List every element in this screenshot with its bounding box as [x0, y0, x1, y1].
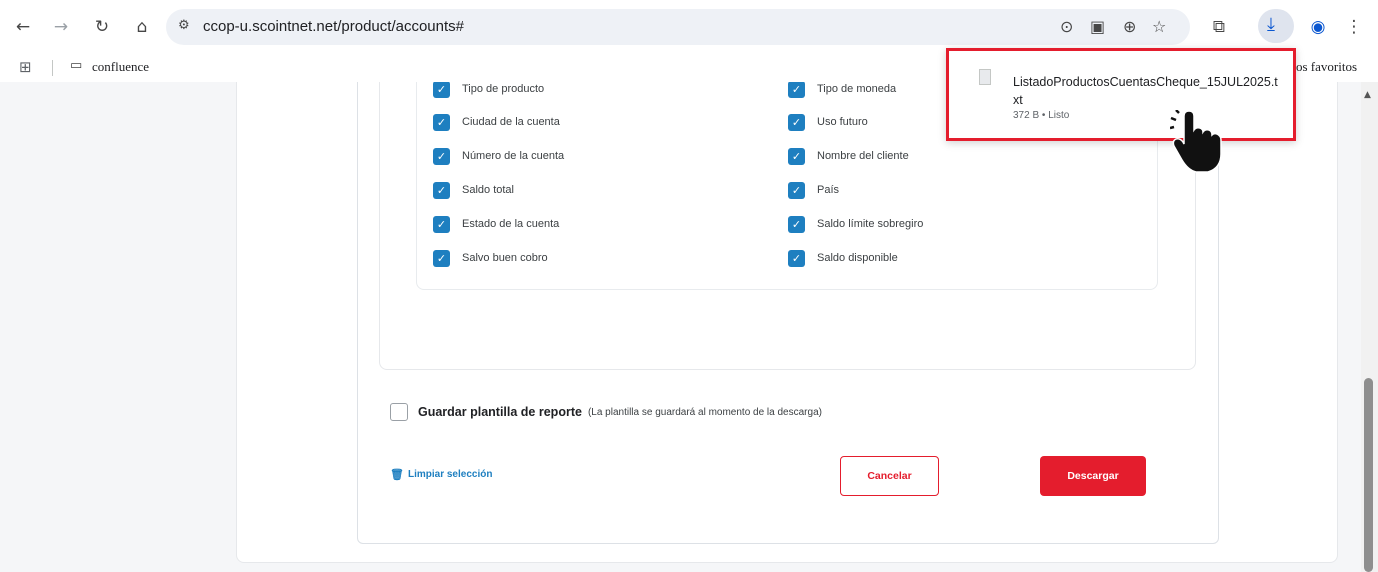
folder-icon: ▭ — [70, 58, 83, 73]
field-label: Ciudad de la cuenta — [462, 116, 560, 128]
checkbox-checked[interactable]: ✓ — [788, 82, 805, 98]
download-button[interactable]: Descargar — [1040, 456, 1146, 496]
field-label: Tipo de producto — [462, 83, 545, 95]
translate-icon[interactable]: ▣ — [1090, 17, 1105, 36]
field-tipo-moneda[interactable]: ✓ Tipo de moneda — [788, 82, 896, 99]
browser-toolbar: ← → ↻ ⌂ ⚙ ccop-u.scointnet.net/product/a… — [0, 0, 1378, 52]
extensions-icon[interactable]: ⧉ — [1208, 16, 1230, 38]
hand-cursor-icon — [1170, 110, 1222, 173]
save-template-note: (La plantilla se guardará al momento de … — [587, 406, 822, 418]
clear-selection-link[interactable]: 🗑 Limpiar selección — [390, 468, 492, 481]
download-bubble: ListadoProductosCuentasCheque_15JUL2025.… — [946, 48, 1296, 141]
save-template-label: Guardar plantilla de reporte — [418, 405, 582, 419]
field-numero-cuenta[interactable]: ✓ Número de la cuenta — [433, 146, 564, 166]
field-label: Saldo total — [462, 184, 514, 196]
reload-icon[interactable]: ↻ — [91, 16, 113, 38]
divider — [52, 60, 53, 76]
menu-icon[interactable]: ⋮ — [1343, 16, 1365, 38]
cancel-button[interactable]: Cancelar — [840, 456, 939, 496]
field-saldo-limite-sobregiro[interactable]: ✓ Saldo límite sobregiro — [788, 214, 923, 234]
field-label: Número de la cuenta — [462, 150, 565, 162]
field-label: País — [817, 184, 840, 196]
field-uso-futuro[interactable]: ✓ Uso futuro — [788, 112, 868, 132]
field-nombre-cliente[interactable]: ✓ Nombre del cliente — [788, 146, 909, 166]
zoom-icon[interactable]: ⊕ — [1123, 17, 1136, 36]
checkbox-checked[interactable]: ✓ — [433, 249, 450, 267]
other-bookmarks[interactable]: os favoritos — [1296, 59, 1357, 75]
trash-icon: 🗑 — [390, 468, 404, 481]
field-label: Saldo disponible — [817, 252, 898, 264]
back-icon[interactable]: ← — [12, 16, 34, 38]
field-label: Uso futuro — [817, 116, 868, 128]
scroll-up-arrow-icon[interactable]: ▲ — [1364, 90, 1371, 100]
field-label: Saldo límite sobregiro — [817, 218, 924, 230]
download-meta: 372 B • Listo — [1013, 110, 1070, 121]
forward-icon[interactable]: → — [50, 16, 72, 38]
address-bar[interactable]: ⚙ ccop-u.scointnet.net/product/accounts#… — [166, 9, 1190, 45]
field-label: Estado de la cuenta — [462, 218, 560, 230]
field-label: Tipo de moneda — [817, 83, 897, 95]
field-salvo-buen-cobro[interactable]: ✓ Salvo buen cobro — [433, 248, 548, 268]
save-template-row: Guardar plantilla de reporte (La plantil… — [390, 403, 822, 421]
field-estado-cuenta[interactable]: ✓ Estado de la cuenta — [433, 214, 559, 234]
save-template-checkbox[interactable] — [390, 403, 408, 421]
checkbox-checked[interactable]: ✓ — [433, 113, 450, 131]
download-file-name[interactable]: ListadoProductosCuentasCheque_15JUL2025.… — [1013, 73, 1283, 109]
profile-icon[interactable]: ◉ — [1307, 16, 1329, 38]
checkbox-checked[interactable]: ✓ — [788, 113, 805, 131]
site-info-icon[interactable]: ⚙ — [178, 18, 190, 33]
field-ciudad-cuenta[interactable]: ✓ Ciudad de la cuenta — [433, 112, 560, 132]
download-icon: ⤓ — [1267, 14, 1275, 35]
checkbox-checked[interactable]: ✓ — [788, 215, 805, 233]
checkbox-checked[interactable]: ✓ — [433, 147, 450, 165]
file-icon — [979, 69, 991, 85]
home-icon[interactable]: ⌂ — [131, 16, 153, 38]
field-saldo-disponible[interactable]: ✓ Saldo disponible — [788, 248, 898, 268]
url-text[interactable]: ccop-u.scointnet.net/product/accounts# — [203, 18, 464, 35]
checkbox-checked[interactable]: ✓ — [433, 215, 450, 233]
checkbox-checked[interactable]: ✓ — [788, 147, 805, 165]
apps-grid-icon[interactable]: ⊞ — [19, 58, 32, 76]
downloads-button[interactable]: ⤓ — [1258, 9, 1294, 43]
field-label: Nombre del cliente — [817, 150, 909, 162]
bookmark-star-icon[interactable]: ☆ — [1152, 17, 1166, 36]
clear-selection-label: Limpiar selección — [407, 469, 493, 480]
field-label: Salvo buen cobro — [462, 252, 548, 264]
checkbox-checked[interactable]: ✓ — [788, 249, 805, 267]
location-icon[interactable]: ⊙ — [1060, 17, 1073, 36]
checkbox-checked[interactable]: ✓ — [433, 82, 450, 98]
checkbox-checked[interactable]: ✓ — [788, 181, 805, 199]
bookmark-folder-confluence[interactable]: confluence — [92, 59, 149, 75]
checkbox-checked[interactable]: ✓ — [433, 181, 450, 199]
field-saldo-total[interactable]: ✓ Saldo total — [433, 180, 514, 200]
scrollbar-thumb[interactable] — [1364, 378, 1373, 572]
field-pais[interactable]: ✓ País — [788, 180, 839, 200]
field-tipo-producto[interactable]: ✓ Tipo de producto — [433, 82, 544, 99]
